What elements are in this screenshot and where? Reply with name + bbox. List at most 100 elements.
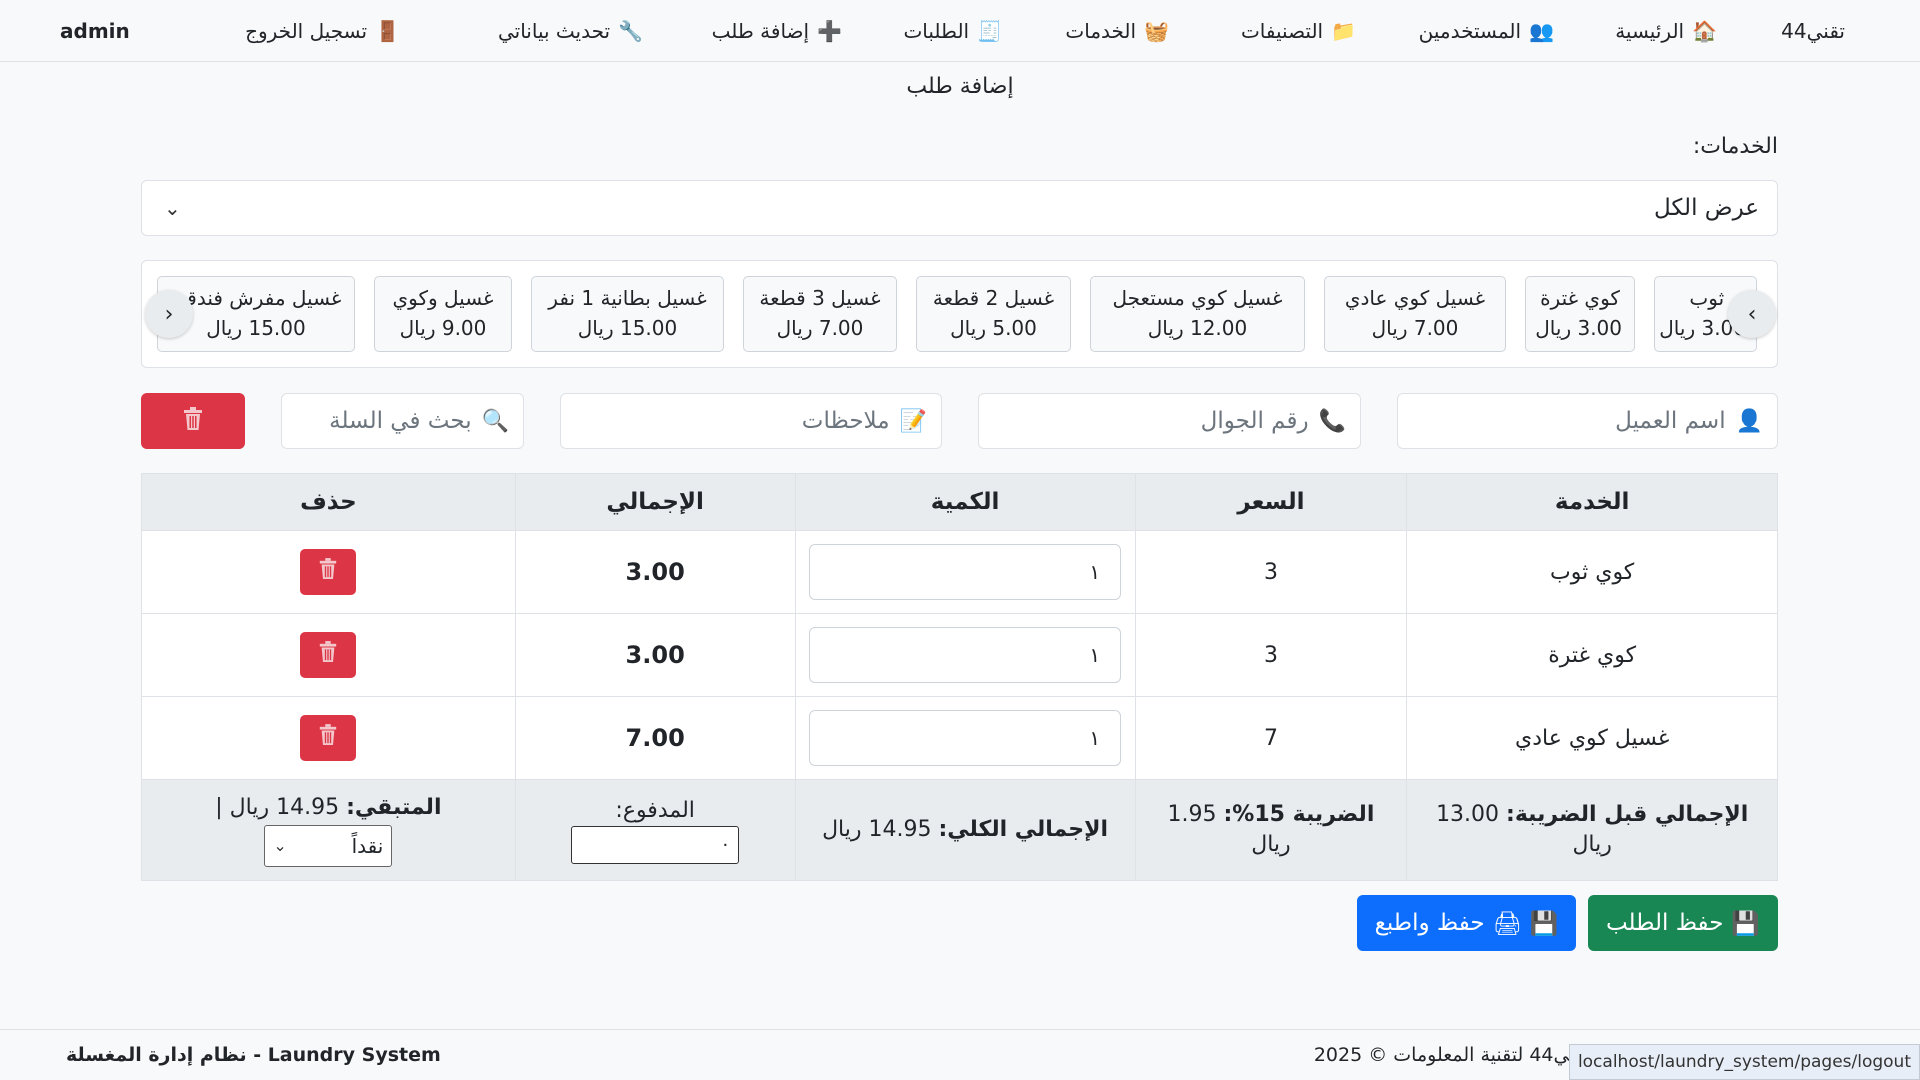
subtotal-value: 13.00 xyxy=(1436,802,1500,827)
service-card[interactable]: غسيل بطانية 1 نفر 15.00 ريال xyxy=(531,276,724,352)
col-header-total: الإجمالي xyxy=(514,473,796,531)
payment-method-select[interactable]: نقداً ⌄ xyxy=(264,825,393,867)
cell-total: 3.00 xyxy=(514,613,796,697)
grand-total-label: الإجمالي الكلي: xyxy=(938,817,1109,842)
footer-copyright: تقني44 لتقنية المعلومات © 2025 xyxy=(1313,1044,1590,1066)
nav-item-orders[interactable]: 🧾 الطلبات xyxy=(903,0,1002,62)
save-order-label: حفظ الطلب xyxy=(1605,910,1724,936)
nav-item-home[interactable]: 🏠 الرئيسية xyxy=(1615,0,1717,62)
tax-value: 1.95 xyxy=(1167,802,1217,827)
phone-field[interactable]: 📞 رقم الجوال xyxy=(978,393,1361,449)
folder-icon: 📁 xyxy=(1331,19,1356,43)
cell-service: غسيل كوي عادي xyxy=(1406,696,1778,780)
delete-row-button[interactable] xyxy=(300,549,357,595)
nav-label: التصنيفات xyxy=(1240,19,1324,43)
table-row: كوي غترة 3 ١ 3.00 xyxy=(141,613,1778,697)
tax-label: الضريبة 15%: xyxy=(1223,802,1375,827)
nav-label: الطلبات xyxy=(903,19,970,43)
table-row: غسيل كوي عادي 7 ١ 7.00 xyxy=(141,696,1778,780)
table-header-row: الخدمة السعر الكمية الإجمالي حذف xyxy=(141,473,1778,531)
floppy-disk-icon: 💾 xyxy=(1731,910,1761,937)
service-price: 5.00 ريال xyxy=(950,316,1037,340)
service-card[interactable]: غسيل وكوي 9.00 ريال xyxy=(374,276,512,352)
paid-input[interactable]: ٠ xyxy=(571,826,740,864)
wrench-icon: 🔧 xyxy=(618,19,643,43)
nav-item-services[interactable]: 🧺 الخدمات xyxy=(1065,0,1169,62)
services-label: الخدمات: xyxy=(1692,134,1778,159)
cell-qty: ١ xyxy=(794,613,1136,697)
summary-row: الإجمالي قبل الضريبة: 13.00 ريال الضريبة… xyxy=(141,779,1778,881)
subtotal-cell: الإجمالي قبل الضريبة: 13.00 ريال xyxy=(1406,779,1778,881)
cell-total: 7.00 xyxy=(514,696,796,780)
quantity-input[interactable]: ١ xyxy=(809,544,1122,600)
phone-icon: 📞 xyxy=(1318,408,1346,434)
category-select[interactable]: عرض الكل ⌄ xyxy=(141,180,1778,236)
grand-total-cell: الإجمالي الكلي: 14.95 ريال xyxy=(794,779,1136,881)
nav-item-logout[interactable]: 🚪 تسجيل الخروج xyxy=(245,0,400,62)
cell-service: كوي ثوب xyxy=(1406,530,1778,614)
paid-label: المدفوع: xyxy=(615,798,695,823)
nav-item-categories[interactable]: 📁 التصنيفات xyxy=(1241,0,1356,62)
chevron-down-icon: ⌄ xyxy=(273,836,287,855)
quantity-input[interactable]: ١ xyxy=(809,627,1122,683)
cell-delete xyxy=(141,530,516,614)
cart-search-field[interactable]: 🔍 بحث في السلة xyxy=(281,393,524,449)
save-order-button[interactable]: 💾 حفظ الطلب xyxy=(1588,895,1778,951)
col-header-delete: حذف xyxy=(141,473,516,531)
tax-cell: الضريبة 15%: 1.95 ريال xyxy=(1134,779,1408,881)
nav-label: إضافة طلب xyxy=(711,19,810,43)
cart-search-placeholder: بحث في السلة xyxy=(329,408,472,434)
home-icon: 🏠 xyxy=(1692,19,1717,43)
nav-item-update-profile[interactable]: 🔧 تحديث بياناتي xyxy=(498,0,643,62)
customer-name-field[interactable]: 👤 اسم العميل xyxy=(1397,393,1778,449)
service-card[interactable]: غسيل 2 قطعة 5.00 ريال xyxy=(916,276,1071,352)
remaining-label: المتبقي: xyxy=(346,795,442,820)
category-select-value: عرض الكل xyxy=(1653,195,1759,221)
nav-user: admin xyxy=(60,19,130,43)
service-name: كوي غترة xyxy=(1540,286,1620,310)
service-price: 15.00 ريال xyxy=(577,316,678,340)
nav-item-add-order[interactable]: ➕ إضافة طلب xyxy=(712,0,842,62)
notes-placeholder: ملاحظات xyxy=(801,408,890,434)
delete-row-button[interactable] xyxy=(300,632,357,678)
service-name: غسيل 3 قطعة xyxy=(759,286,881,310)
delete-row-button[interactable] xyxy=(300,715,357,761)
clear-cart-button[interactable] xyxy=(141,393,245,449)
basket-icon: 🧺 xyxy=(1144,19,1169,43)
carousel-prev-button[interactable]: ‹ xyxy=(145,290,193,338)
service-price: 7.00 ريال xyxy=(776,316,864,340)
payment-method-value: نقداً xyxy=(351,834,384,858)
notes-field[interactable]: 📝 ملاحظات xyxy=(560,393,942,449)
service-name: غسيل 2 قطعة xyxy=(932,286,1055,310)
status-bar-url: localhost/laundry_system/pages/logout xyxy=(1568,1044,1920,1080)
nav-label: الخدمات xyxy=(1065,19,1137,43)
service-card[interactable]: غسيل كوي عادي 7.00 ريال xyxy=(1324,276,1506,352)
grand-total-value: 14.95 ريال xyxy=(822,817,932,842)
chevron-left-icon: ‹ xyxy=(164,301,174,327)
service-price: 7.00 ريال xyxy=(1371,316,1459,340)
nav-item-users[interactable]: 👥 المستخدمين xyxy=(1419,0,1554,62)
carousel-next-button[interactable]: › xyxy=(1728,290,1776,338)
service-name: غسيل وكوي xyxy=(392,286,494,310)
phone-placeholder: رقم الجوال xyxy=(1200,408,1309,434)
quantity-input[interactable]: ١ xyxy=(809,710,1122,766)
service-card[interactable]: غسيل كوي مستعجل 12.00 ريال xyxy=(1090,276,1305,352)
service-card[interactable]: كوي غترة 3.00 ريال xyxy=(1525,276,1635,352)
cell-qty: ١ xyxy=(794,530,1136,614)
nav-brand[interactable]: تقني44 xyxy=(1781,0,1845,62)
chevron-down-icon: ⌄ xyxy=(164,196,181,220)
cell-delete xyxy=(141,696,516,780)
service-name: غسيل بطانية 1 نفر xyxy=(548,286,707,310)
service-price: 3.00 ريال xyxy=(1535,316,1622,340)
save-print-label: حفظ واطبع xyxy=(1374,910,1485,936)
service-card[interactable]: غسيل 3 قطعة 7.00 ريال xyxy=(743,276,897,352)
save-print-button[interactable]: 💾 🖨 حفظ واطبع xyxy=(1357,895,1576,951)
service-price: 12.00 ريال xyxy=(1147,316,1248,340)
search-icon: 🔍 xyxy=(481,408,509,434)
trash-icon xyxy=(182,407,204,435)
services-track: كوي ثوب 3.00 ريال كوي غترة 3.00 ريال غسي… xyxy=(157,276,1757,352)
nav-label: الرئيسية xyxy=(1615,19,1685,43)
remaining-cell: المتبقي: 14.95 ريال | نقداً ⌄ xyxy=(141,779,516,881)
trash-icon xyxy=(318,641,338,669)
cell-delete xyxy=(141,613,516,697)
